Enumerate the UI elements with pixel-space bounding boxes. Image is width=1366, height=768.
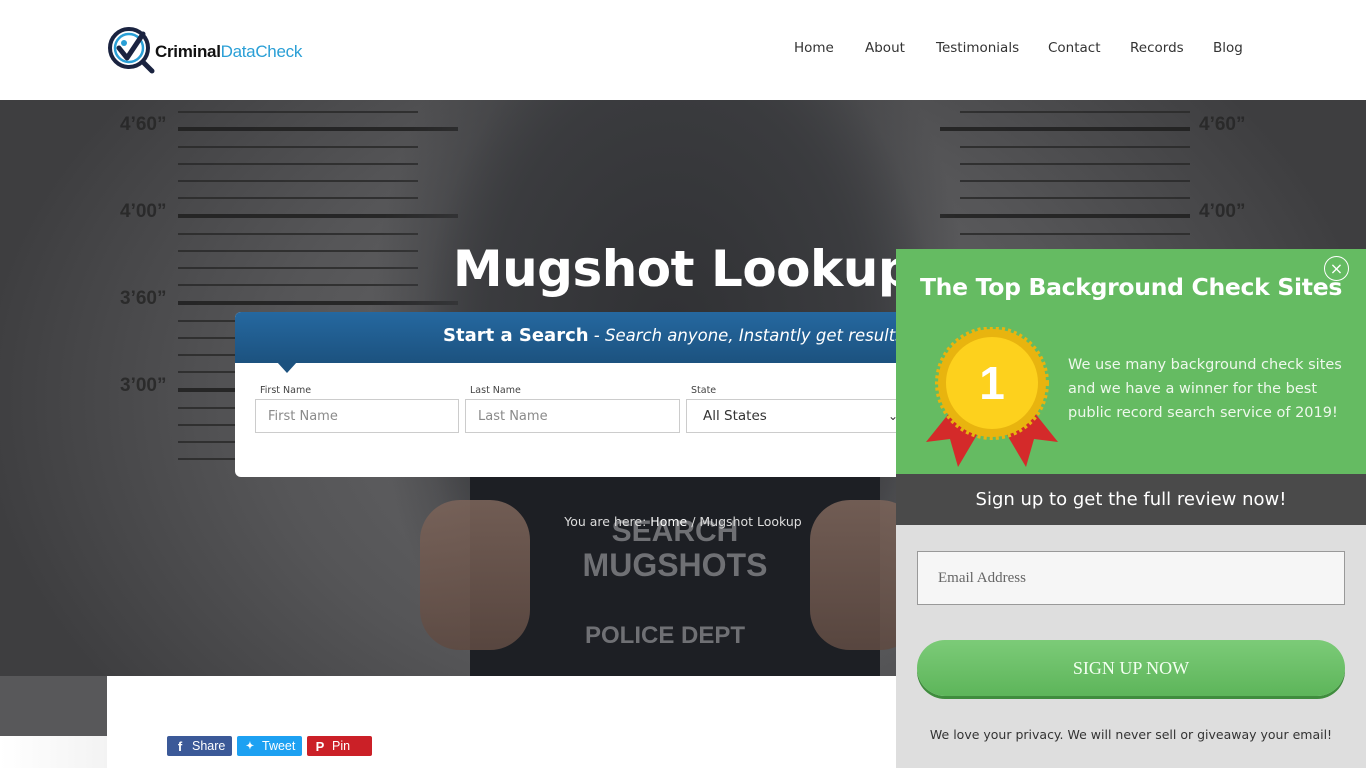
site-header: CriminalDataCheck Home About Testimonial… (0, 0, 1366, 100)
ruler-line (960, 180, 1190, 182)
ruler-label: 4’00” (120, 201, 167, 222)
ruler-line (960, 111, 1190, 113)
medal-number: 1 (979, 357, 1005, 409)
ruler-label: 3’00” (120, 375, 167, 396)
breadcrumb-home-link[interactable]: Home (650, 514, 687, 529)
ruler-line (960, 197, 1190, 199)
ruler-label: 4’60” (1199, 114, 1246, 135)
page-gutter (0, 736, 107, 768)
search-form-card: Start a Search - Search anyone, Instantl… (235, 312, 915, 477)
header-pointer-notch (277, 362, 297, 373)
main-nav: Home About Testimonials Contact Records … (0, 40, 1366, 60)
ruler-label: 4’60” (120, 114, 167, 135)
search-heading-tagline: - Search anyone, Instantly get results (588, 326, 904, 345)
twitter-bird-icon: ✦ (245, 740, 255, 752)
search-form-header: Start a Search - Search anyone, Instantl… (235, 312, 915, 363)
ruler-label: 4’00” (1199, 201, 1246, 222)
popup-title: The Top Background Check Sites (919, 273, 1343, 301)
search-heading-bold: Start a Search (443, 325, 589, 346)
pinterest-icon: P (315, 738, 325, 754)
first-name-label: First Name (260, 385, 312, 396)
last-name-label: Last Name (470, 385, 521, 396)
nav-contact[interactable]: Contact (1048, 40, 1101, 56)
pinterest-pin-label: Pin (332, 739, 351, 753)
nav-home[interactable]: Home (794, 40, 834, 56)
ruler-line (960, 233, 1190, 235)
nav-records[interactable]: Records (1130, 40, 1184, 56)
email-address-input[interactable] (917, 551, 1345, 605)
close-glyph: × (1329, 258, 1344, 278)
breadcrumb-current: Mugshot Lookup (699, 514, 802, 529)
hero-background-edge (0, 676, 107, 736)
popup-cta-band: Sign up to get the full review now! (896, 474, 1366, 525)
state-label: State (691, 385, 717, 396)
twitter-tweet-label: Tweet (262, 739, 296, 753)
sign-up-now-button[interactable]: SIGN UP NOW (917, 640, 1345, 696)
twitter-tweet-button[interactable]: ✦ Tweet (237, 736, 302, 756)
nav-about[interactable]: About (865, 40, 905, 56)
popup-green-panel: The Top Background Check Sites × 1 We us… (896, 249, 1366, 474)
award-medal-icon: 1 (926, 326, 1058, 472)
state-select[interactable]: All States ⌄ (686, 399, 915, 433)
popup-form-area: SIGN UP NOW We love your privacy. We wil… (896, 525, 1366, 768)
nav-blog[interactable]: Blog (1213, 40, 1243, 56)
nav-testimonials[interactable]: Testimonials (936, 40, 1019, 56)
ruler-line (960, 163, 1190, 165)
facebook-icon: f (177, 738, 183, 754)
search-form-heading: Start a Search - Search anyone, Instantl… (443, 325, 904, 346)
facebook-share-label: Share (192, 739, 226, 753)
ruler-line (960, 146, 1190, 148)
first-name-input[interactable] (255, 399, 459, 433)
breadcrumb-separator: / (687, 514, 700, 529)
popup-description: We use many background check sites and w… (1068, 357, 1342, 421)
state-select-value: All States (703, 408, 767, 424)
facebook-share-button[interactable]: f Share (167, 736, 232, 756)
privacy-note: We love your privacy. We will never sell… (929, 727, 1333, 742)
breadcrumb-prefix: You are here: (564, 514, 651, 529)
close-icon[interactable]: × (1324, 256, 1349, 281)
last-name-input[interactable] (465, 399, 680, 433)
pinterest-pin-button[interactable]: P Pin (307, 736, 372, 756)
signup-popup: The Top Background Check Sites × 1 We us… (896, 249, 1366, 768)
